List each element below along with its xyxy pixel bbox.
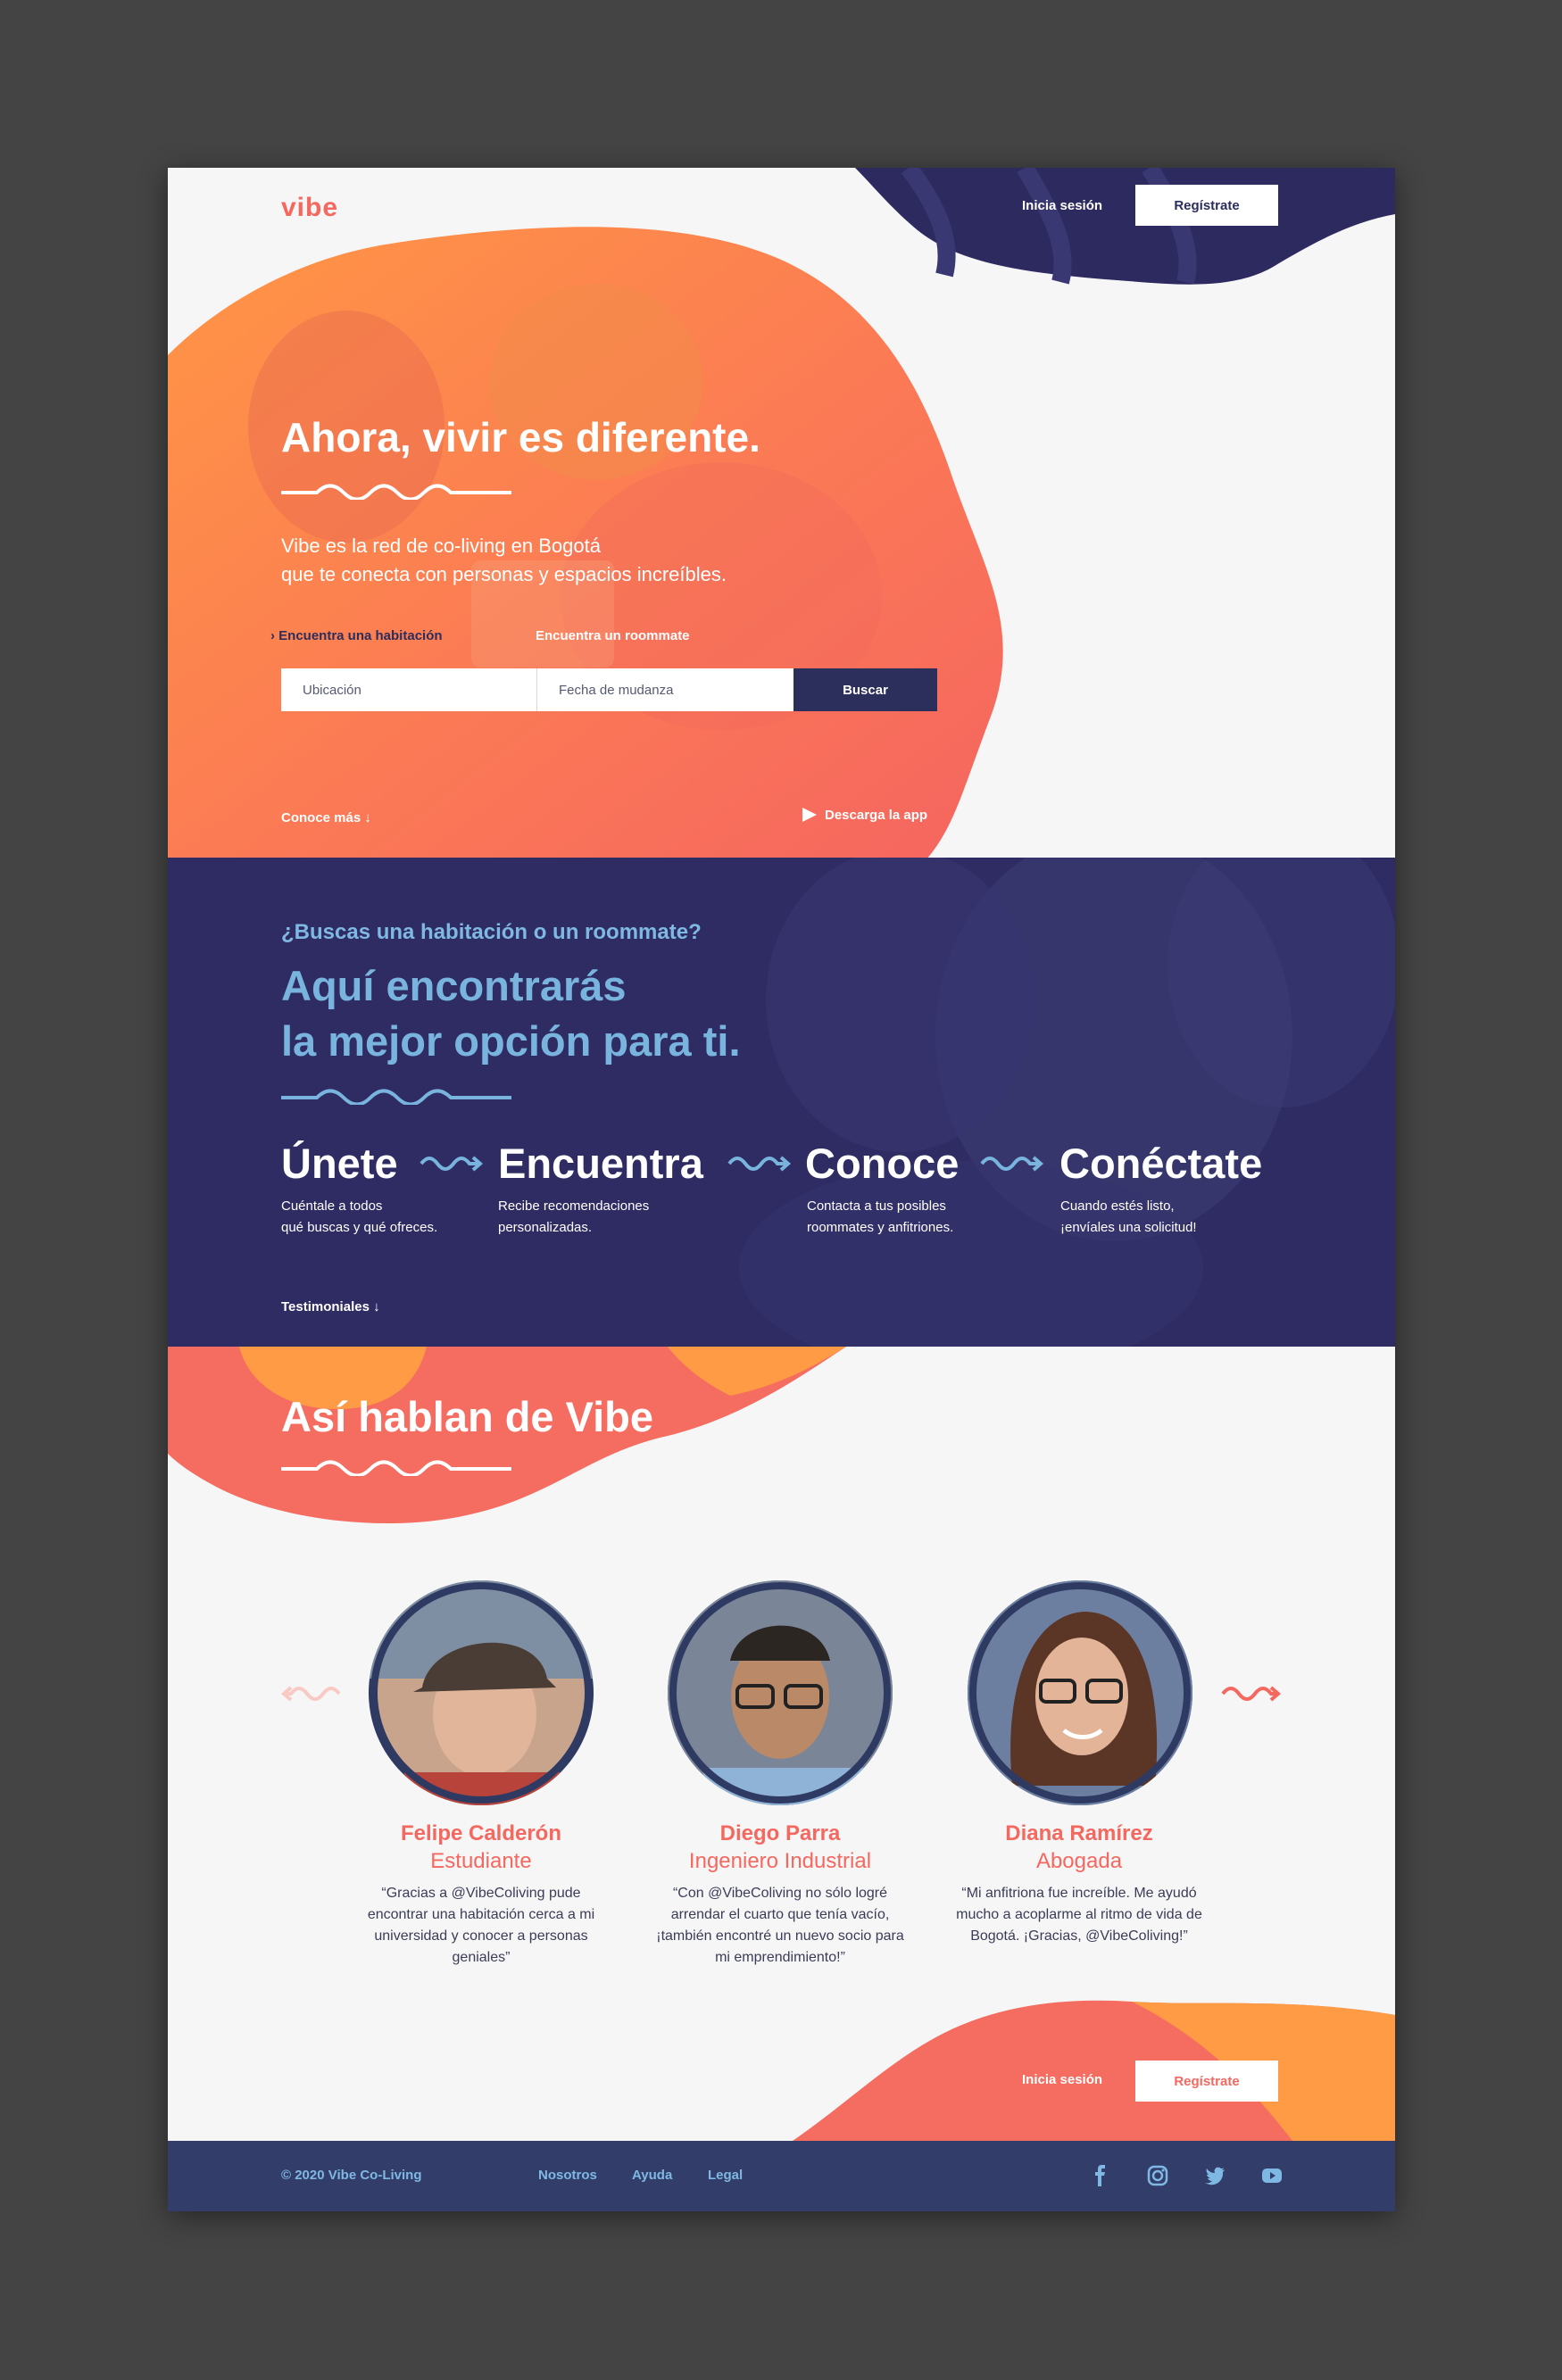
step-desc-find-line1: Recibe recomendaciones <box>498 1198 650 1214</box>
step-desc-connect: Cuando estés listo, ¡envíales una solici… <box>1060 1196 1292 1239</box>
how-headline-line2: la mejor opción para ti. <box>281 1017 741 1065</box>
carousel-prev-icon[interactable] <box>280 1683 343 1704</box>
hero-subtitle: Vibe es la red de co-living en Bogotá qu… <box>281 532 906 589</box>
step-desc-join: Cuéntale a todos qué buscas y qué ofrece… <box>281 1196 513 1239</box>
step-title-connect: Conéctate <box>1059 1140 1263 1187</box>
location-input[interactable]: Ubicación <box>281 668 537 711</box>
cta-blob <box>793 2000 1395 2141</box>
header-login-link[interactable]: Inicia sesión <box>1022 198 1102 213</box>
arrow-wave-icon <box>727 1156 792 1172</box>
step-title-join: Únete <box>281 1140 398 1187</box>
arrow-wave-icon <box>980 1156 1044 1172</box>
vibe-landing-page: vibe Inicia sesión Regístrate Ahora, viv… <box>168 168 1395 2211</box>
footer-copyright: © 2020 Vibe Co-Living <box>281 2168 422 2183</box>
person-quote: “Con @VibeColiving no sólo logré arrenda… <box>656 1886 904 1965</box>
testimonials-wave-divider <box>281 1460 511 1476</box>
how-wave-divider <box>281 1089 511 1105</box>
avatar-felipe <box>369 1580 594 1805</box>
step-desc-find-line2: personalizadas. <box>498 1220 593 1235</box>
footer-link-ayuda[interactable]: Ayuda <box>632 2168 672 2183</box>
person-name: Diana Ramírez <box>1005 1821 1153 1845</box>
carousel-next-icon[interactable] <box>1219 1683 1282 1704</box>
step-desc-meet-line1: Contacta a tus posibles <box>807 1198 946 1214</box>
youtube-icon[interactable] <box>1260 2164 1284 2187</box>
step-title-meet: Conoce <box>805 1140 960 1187</box>
testimonials-link[interactable]: Testimoniales ↓ <box>281 1299 380 1314</box>
person-role: Estudiante <box>430 1849 532 1873</box>
instagram-icon[interactable] <box>1146 2164 1169 2187</box>
vibe-logo[interactable]: vibe <box>281 193 338 223</box>
step-desc-connect-line2: ¡envíales una solicitud! <box>1060 1220 1197 1235</box>
play-store-icon <box>802 808 817 822</box>
person-role: Abogada <box>1035 1849 1123 1873</box>
step-desc-join-line2: qué buscas y qué ofreces. <box>281 1220 438 1235</box>
tab-find-roommate[interactable]: Encuentra un roommate <box>536 628 690 643</box>
hero-wave-divider <box>281 484 511 500</box>
person-quote: “Mi anfitriona fue increíble. Me ayudó m… <box>956 1886 1202 1944</box>
footer-link-nosotros[interactable]: Nosotros <box>538 2168 597 2183</box>
cta-login-link[interactable]: Inicia sesión <box>1022 2072 1102 2087</box>
person-name: Felipe Calderón <box>400 1821 562 1845</box>
how-question: ¿Buscas una habitación o un roommate? <box>281 920 702 944</box>
avatar <box>968 1580 1192 1805</box>
cta-register-button[interactable]: Regístrate <box>1135 2061 1278 2102</box>
tab-find-room[interactable]: › Encuentra una habitación <box>270 628 443 643</box>
twitter-icon[interactable] <box>1203 2164 1226 2187</box>
how-headline-line1: Aquí encontrarás <box>281 962 627 1009</box>
hero-subtitle-line2: que te conecta con personas y espacios i… <box>281 563 727 585</box>
step-desc-find: Recibe recomendaciones personalizadas. <box>498 1196 730 1239</box>
search-bar: Ubicación Fecha de mudanza Buscar <box>281 668 937 711</box>
footer-link-legal[interactable]: Legal <box>708 2168 743 2183</box>
person-quote: “Gracias a @VibeColiving pude encontrar … <box>367 1886 595 1965</box>
person-name: Diego Parra <box>719 1821 841 1845</box>
search-button[interactable]: Buscar <box>793 668 937 711</box>
learn-more-link[interactable]: Conoce más ↓ <box>281 810 371 825</box>
hero-title: Ahora, vivir es diferente. <box>281 414 760 460</box>
move-date-input[interactable]: Fecha de mudanza <box>537 668 793 711</box>
header-register-button[interactable]: Regístrate <box>1135 185 1278 226</box>
how-headline: Aquí encontrarás la mejor opción para ti… <box>281 958 741 1069</box>
avatar-diana <box>968 1580 1192 1805</box>
avatar <box>668 1580 893 1805</box>
step-desc-meet-line2: roommates y anfitriones. <box>807 1220 954 1235</box>
download-app-label: Descarga la app <box>825 807 928 823</box>
person-role: Ingeniero Industrial <box>688 1849 872 1873</box>
download-app-link[interactable]: Descarga la app <box>802 807 927 823</box>
step-desc-connect-line1: Cuando estés listo, <box>1060 1198 1175 1214</box>
step-desc-meet: Contacta a tus posibles roommates y anfi… <box>807 1196 1039 1239</box>
avatar-diego <box>668 1580 893 1805</box>
step-desc-join-line1: Cuéntale a todos <box>281 1198 383 1214</box>
avatar <box>369 1580 594 1805</box>
facebook-icon[interactable] <box>1089 2164 1112 2187</box>
testimonials-title: Así hablan de Vibe <box>281 1393 654 1440</box>
arrow-wave-icon <box>420 1156 484 1172</box>
step-title-find: Encuentra <box>498 1140 703 1187</box>
hero-subtitle-line1: Vibe es la red de co-living en Bogotá <box>281 535 601 557</box>
